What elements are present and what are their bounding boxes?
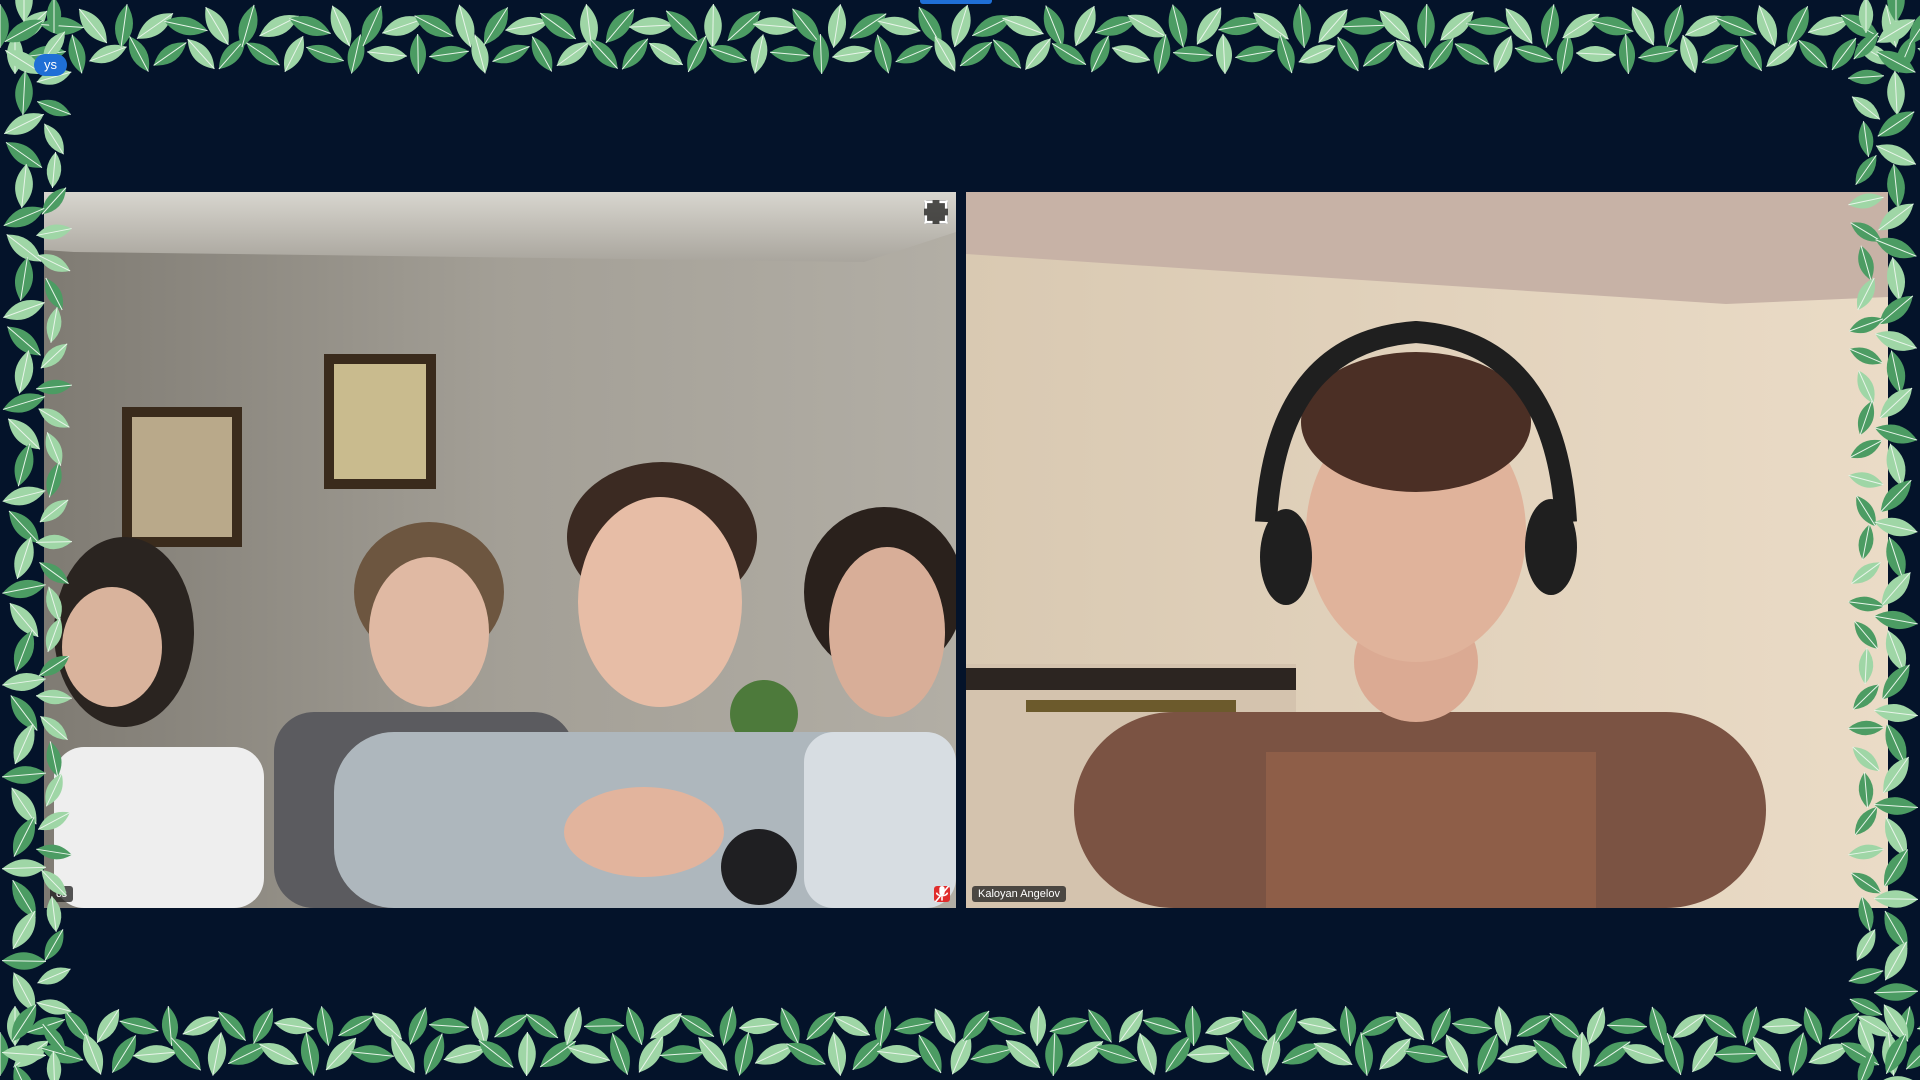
- video-tile-group[interactable]: cs: [44, 192, 956, 908]
- participant-name-label: cs: [50, 886, 73, 902]
- video-feed-group: [44, 192, 956, 908]
- leaf-frame-top: [0, 3, 1920, 75]
- expand-icon: [924, 200, 948, 224]
- video-tile-kaloyan[interactable]: Kaloyan Angelov: [966, 192, 1888, 908]
- microphone-muted-icon: [934, 886, 950, 902]
- video-feed-kaloyan: [966, 192, 1888, 908]
- leaf-frame-bottom: [0, 1005, 1920, 1077]
- expand-button[interactable]: [924, 200, 948, 224]
- meeting-stage: ys cs Kaloyan Angelov: [0, 0, 1920, 1080]
- view-toggle-button[interactable]: ys: [34, 54, 67, 76]
- top-indicator[interactable]: [920, 0, 992, 4]
- participant-name-label: Kaloyan Angelov: [972, 886, 1066, 902]
